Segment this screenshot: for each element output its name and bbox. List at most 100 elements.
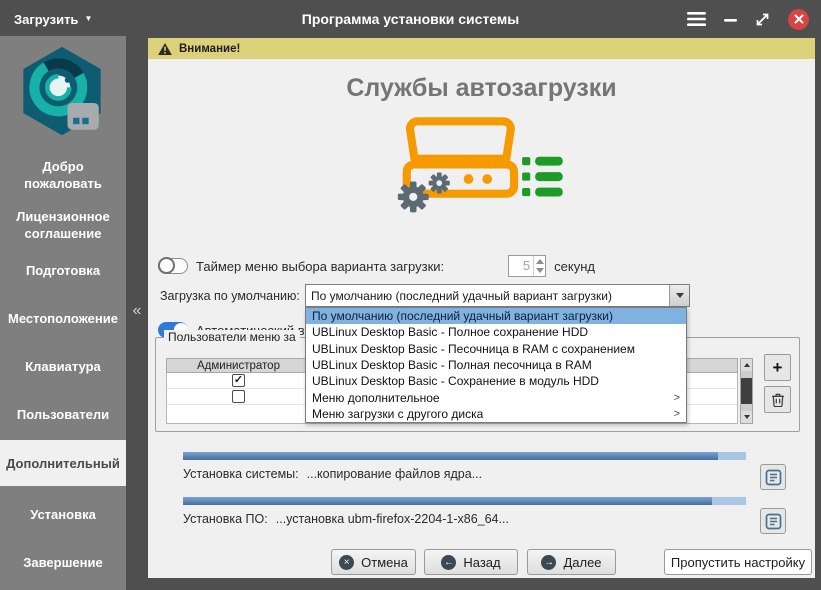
chevron-down-icon (676, 293, 684, 298)
back-label: Назад (463, 555, 500, 570)
sidebar-collapse-button[interactable]: « (126, 296, 148, 326)
timer-toggle[interactable] (158, 258, 188, 274)
scrollbar-thumb[interactable] (741, 378, 752, 404)
combobox-arrow-button[interactable] (669, 285, 689, 306)
cancel-label: Отмена (361, 555, 408, 570)
system-install-progressbar (183, 452, 746, 460)
system-install-label: Установка системы: (183, 467, 299, 481)
option-label: Меню загрузки с другого диска (312, 406, 483, 422)
next-circle-icon: → (541, 555, 556, 570)
progress-fill (183, 497, 712, 505)
toggle-knob (158, 257, 175, 274)
timer-row: Таймер меню выбора варианта загрузки: 5 … (158, 254, 595, 278)
delete-user-button[interactable] (764, 386, 791, 413)
warning-icon (158, 43, 172, 55)
system-install-log-button[interactable] (760, 464, 786, 490)
dropdown-option[interactable]: UBLinux Desktop Basic - Полная песочница… (306, 357, 686, 373)
software-install-status: ...установка ubm-firefox-2204-1-x86_64..… (276, 512, 509, 526)
cancel-circle-icon: × (339, 555, 354, 570)
hamburger-menu-icon[interactable] (687, 12, 706, 26)
skip-setup-button[interactable]: Пропустить настройку (664, 549, 812, 575)
sidebar-item-welcome[interactable]: Добро пожаловать (0, 158, 126, 192)
close-icon[interactable] (788, 9, 809, 30)
dropdown-option-submenu[interactable]: Меню загрузки с другого диска > (306, 406, 686, 422)
users-table-header-admin: Администратор (166, 358, 311, 373)
content-area: Внимание! Службы автозагрузки (148, 38, 815, 578)
option-label: Меню дополнительное (312, 390, 440, 406)
warning-text: Внимание! (179, 43, 240, 55)
sidebar-item-keyboard[interactable]: Клавиатура (0, 358, 126, 375)
boot-options-dropdown: По умолчанию (последний удачный вариант … (305, 307, 687, 423)
back-circle-icon: ← (441, 555, 456, 570)
progress-fill (183, 452, 718, 460)
spinner-down-icon[interactable] (536, 268, 544, 273)
maximize-icon[interactable] (755, 12, 770, 27)
admin-checkbox-unchecked[interactable] (232, 390, 245, 403)
spinner-arrows (533, 256, 545, 276)
option-label: UBLinux Desktop Basic - Сохранение в мод… (312, 373, 599, 389)
admin-cell: ✓ (167, 373, 311, 388)
users-table-scrollbar[interactable] (740, 358, 753, 424)
submenu-chevron-icon: > (674, 406, 680, 422)
software-install-log-button[interactable] (760, 508, 786, 534)
option-label: По умолчанию (последний удачный вариант … (312, 308, 613, 324)
boot-selected-value: По умолчанию (последний удачный вариант … (306, 289, 669, 303)
minimize-icon[interactable] (724, 13, 737, 26)
add-user-button[interactable]: + (764, 354, 791, 381)
dropdown-option[interactable]: UBLinux Desktop Basic - Сохранение в мод… (306, 373, 686, 389)
dropdown-option[interactable]: UBLinux Desktop Basic - Песочница в RAM … (306, 341, 686, 357)
sidebar-item-additional[interactable]: Дополнительный (0, 440, 126, 486)
warning-bar: Внимание! (148, 38, 815, 59)
system-install-status: ...копирование файлов ядра... (307, 467, 483, 481)
titlebar: Загрузить ▼ Программа установки системы (0, 0, 821, 38)
system-install-status-row: Установка системы: ...копирование файлов… (183, 466, 482, 482)
installer-window: Загрузить ▼ Программа установки системы (0, 0, 821, 590)
sidebar-item-location[interactable]: Местоположение (0, 310, 126, 327)
load-menu-button[interactable]: Загрузить ▼ (0, 0, 106, 38)
sidebar-item-users[interactable]: Пользователи (0, 406, 126, 423)
scrollbar-track[interactable] (741, 371, 752, 411)
boot-label: Загрузка по умолчанию: (160, 289, 300, 303)
admin-cell (167, 389, 311, 404)
spinner-up-icon[interactable] (536, 259, 544, 264)
dropdown-option-submenu[interactable]: Меню дополнительное > (306, 389, 686, 405)
option-label: UBLinux Desktop Basic - Полная песочница… (312, 357, 592, 373)
next-label: Далее (563, 555, 601, 570)
sidebar-item-preparation[interactable]: Подготовка (0, 262, 126, 279)
option-label: UBLinux Desktop Basic - Полное сохранени… (312, 324, 588, 340)
sidebar-item-finish[interactable]: Завершение (0, 554, 126, 571)
log-icon (765, 469, 782, 486)
window-controls (687, 9, 821, 30)
dropdown-option[interactable]: По умолчанию (последний удачный вариант … (306, 308, 686, 324)
chevron-down-icon: ▼ (84, 15, 92, 23)
boot-row: Загрузка по умолчанию: (160, 284, 300, 307)
log-icon (765, 513, 782, 530)
next-button[interactable]: → Далее (527, 549, 616, 575)
timer-spinner[interactable]: 5 (508, 255, 546, 277)
load-menu-label: Загрузить (14, 12, 78, 27)
plus-icon: + (773, 359, 783, 376)
submenu-chevron-icon: > (674, 390, 680, 406)
back-button[interactable]: ← Назад (424, 549, 518, 575)
groupbox-legend: Пользователи меню за (164, 330, 300, 344)
scroll-down-icon[interactable] (741, 411, 752, 423)
software-install-label: Установка ПО: (183, 512, 268, 526)
sidebar-item-installation[interactable]: Установка (0, 506, 126, 523)
scroll-up-icon[interactable] (741, 359, 752, 371)
software-install-progressbar (183, 497, 746, 505)
skip-label: Пропустить настройку (671, 555, 805, 570)
boot-combobox[interactable]: По умолчанию (последний удачный вариант … (305, 284, 690, 307)
trash-icon (771, 392, 785, 407)
timer-value: 5 (509, 256, 533, 276)
sidebar: Добро пожаловать Лицензионное соглашение… (0, 36, 126, 590)
app-logo (16, 46, 108, 141)
page-title: Службы автозагрузки (148, 74, 815, 103)
dropdown-option[interactable]: UBLinux Desktop Basic - Полное сохранени… (306, 324, 686, 340)
timer-unit: секунд (554, 259, 595, 274)
timer-label: Таймер меню выбора варианта загрузки: (196, 259, 444, 274)
option-label: UBLinux Desktop Basic - Песочница в RAM … (312, 341, 635, 357)
admin-checkbox-checked[interactable]: ✓ (232, 374, 245, 387)
autostart-services-icon (148, 108, 815, 220)
cancel-button[interactable]: × Отмена (331, 549, 416, 575)
sidebar-item-license[interactable]: Лицензионное соглашение (0, 208, 126, 242)
